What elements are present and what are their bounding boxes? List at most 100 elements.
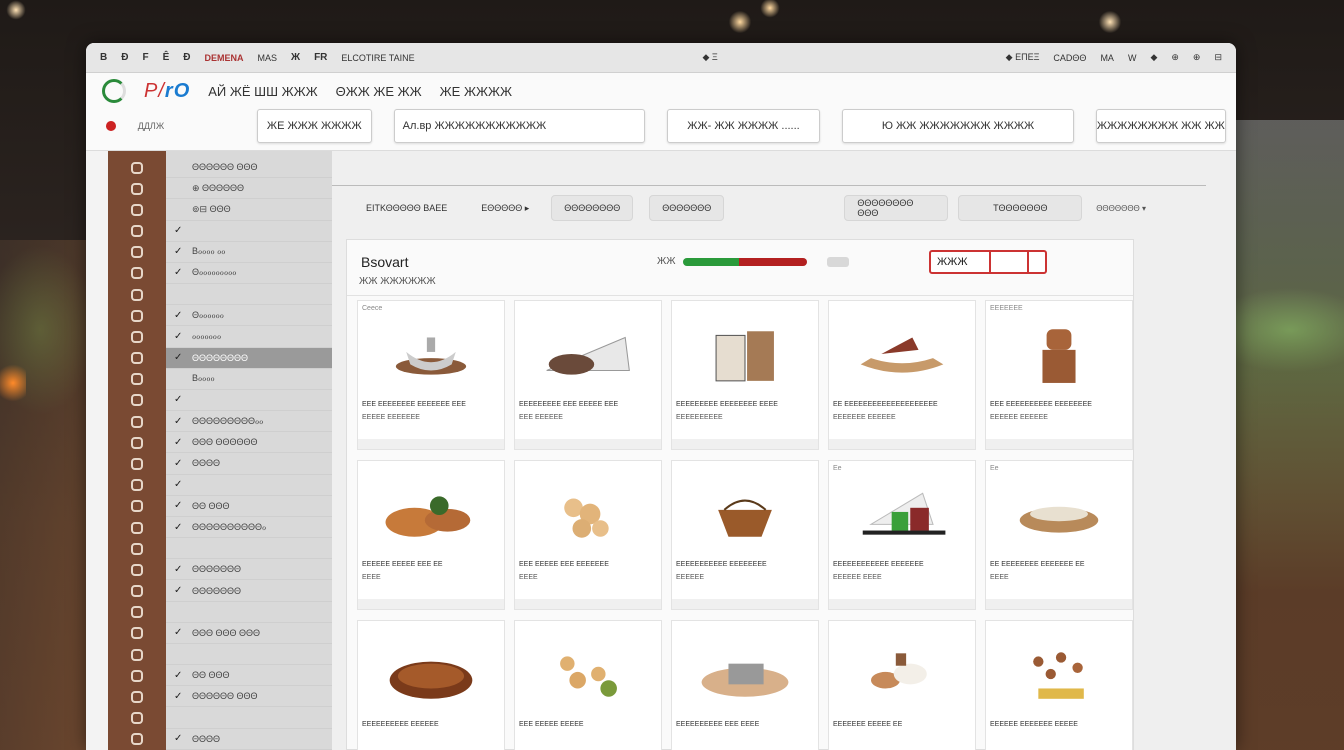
- rail-row[interactable]: [131, 390, 143, 411]
- rail-row[interactable]: [131, 686, 143, 707]
- app-logo-text[interactable]: P/rO: [144, 80, 190, 103]
- rail-row[interactable]: [131, 559, 143, 580]
- product-title[interactable]: ЕЕЕЕЕЕЕЕЕЕ ЕЕЕЕЕЕ: [362, 721, 500, 728]
- filter-button[interactable]: ΘΘΘΘΘΘΘΘ: [551, 195, 634, 221]
- sidebar-item[interactable]: ✓ ΘΘ ΘΘΘ: [166, 665, 332, 687]
- rail-row[interactable]: [131, 178, 143, 199]
- sidebar-item[interactable]: ⊚⊟ ΘΘΘ: [166, 199, 332, 221]
- rail-row[interactable]: [131, 369, 143, 390]
- titlebar-glyph[interactable]: Ê: [163, 52, 170, 63]
- titlebar-action[interactable]: MA: [1100, 53, 1114, 63]
- product-title[interactable]: ЕЕЕ ЕЕЕЕЕ ЕЕЕЕЕ: [519, 721, 657, 728]
- product-title[interactable]: ЕЕЕЕЕЕЕ ЕЕЕЕЕ ЕЕ: [833, 721, 971, 728]
- sidebar-item[interactable]: [166, 538, 332, 560]
- rail-row[interactable]: [131, 453, 143, 474]
- product-card[interactable]: Ее ЕЕ ЕЕЕЕЕЕЕЕ ЕЕЕЕЕЕЕ ЕЕ ЕЕЕЕ: [985, 460, 1133, 610]
- product-card[interactable]: ЕЕЕЕЕЕ ЕЕЕЕЕЕЕ ЕЕЕЕЕ: [985, 620, 1133, 750]
- toolbar-field[interactable]: ЖЖ- ЖЖ ЖЖЖЖ ......: [666, 109, 821, 143]
- rail-row[interactable]: [131, 284, 143, 305]
- product-card[interactable]: ЕЕЕЕЕЕЕ ЕЕЕЕЕ ЕЕ: [828, 620, 976, 750]
- rail-row[interactable]: [131, 580, 143, 601]
- product-title[interactable]: ЕЕЕЕЕЕЕЕЕ ЕЕЕЕЕЕЕЕ ЕЕЕЕ: [676, 401, 814, 408]
- titlebar-glyph[interactable]: Ð: [183, 52, 190, 63]
- rail-row[interactable]: [131, 263, 143, 284]
- product-title[interactable]: ЕЕЕ ЕЕЕЕЕ ЕЕЕ ЕЕЕЕЕЕЕ: [519, 561, 657, 568]
- sidebar-item[interactable]: ✓ ΘΘΘ ΘΘΘΘΘΘ: [166, 432, 332, 454]
- product-title[interactable]: ЕЕЕЕЕЕЕЕЕЕ ЕЕЕ ЕЕЕЕ: [676, 721, 814, 728]
- sidebar-item[interactable]: ✓ ℴℴℴℴℴℴℴ: [166, 326, 332, 348]
- search-input[interactable]: ЖЖЖ: [929, 250, 1047, 274]
- product-title[interactable]: ЕЕЕ ЕЕЕЕЕЕЕЕ ЕЕЕЕЕЕЕ ЕЕЕ: [362, 401, 500, 408]
- titlebar-action[interactable]: ◆: [1150, 52, 1157, 63]
- titlebar-action[interactable]: W: [1128, 53, 1137, 63]
- rail-row[interactable]: [131, 199, 143, 220]
- product-card[interactable]: ЕЕЕ ЕЕЕЕЕ ЕЕЕЕЕ: [514, 620, 662, 750]
- rail-row[interactable]: [131, 707, 143, 728]
- titlebar-action[interactable]: ⊕: [1171, 52, 1179, 63]
- titlebar-action[interactable]: CADΘΘ: [1053, 53, 1086, 63]
- titlebar-glyph[interactable]: Ð: [121, 52, 128, 63]
- product-card[interactable]: ЕЕ ЕЕЕЕЕЕЕЕЕЕЕЕЕЕЕЕЕЕЕЕ ЕЕЕЕЕЕЕ ЕЕЕЕЕЕ: [828, 300, 976, 450]
- toolbar-field[interactable]: Ал.вр ЖЖЖЖЖЖЖЖЖЖЖ: [393, 109, 645, 143]
- product-card[interactable]: Ее ЕЕЕЕЕЕЕЕЕЕЕЕ ЕЕЕЕЕЕЕ ЕЕЕЕЕЕ ЕЕЕЕ: [828, 460, 976, 610]
- product-title[interactable]: ЕЕЕЕЕЕЕЕЕ ЕЕЕ ЕЕЕЕЕ ЕЕЕ: [519, 401, 657, 408]
- rail-row[interactable]: [131, 644, 143, 665]
- toolbar-field[interactable]: ЖЕ ЖЖЖ ЖЖЖЖ: [256, 109, 372, 143]
- sidebar-item[interactable]: [166, 707, 332, 729]
- sidebar-item[interactable]: ΘΘΘΘΘΘ ΘΘΘ: [166, 157, 332, 179]
- toolbar-field[interactable]: Ю ЖЖ ЖЖЖЖЖЖЖ ЖЖЖЖ: [842, 109, 1074, 143]
- rail-row[interactable]: [131, 242, 143, 263]
- product-title[interactable]: ЕЕЕЕЕЕ ЕЕЕЕЕ ЕЕЕ ЕЕ: [362, 561, 500, 568]
- sidebar-item[interactable]: ✓ ΘΘΘΘΘΘ ΘΘΘ: [166, 686, 332, 708]
- sidebar-item[interactable]: ✓ ΘΘΘΘΘΘΘ: [166, 559, 332, 581]
- window-close-icon[interactable]: ⊟: [1214, 52, 1222, 63]
- rail-row[interactable]: [131, 496, 143, 517]
- product-card[interactable]: ЕЕЕЕЕЕЕ ЕЕЕ ЕЕЕЕЕЕЕЕЕЕ ЕЕЕЕЕЕЕЕ ЕЕЕЕЕЕ ЕЕЕ…: [985, 300, 1133, 450]
- product-card[interactable]: ЕЕЕЕЕЕЕЕЕ ЕЕЕЕЕЕЕЕ ЕЕЕЕ ЕЕЕЕЕЕЕЕЕЕ: [671, 300, 819, 450]
- app-logo-icon[interactable]: [102, 79, 126, 103]
- product-title[interactable]: ЕЕЕ ЕЕЕЕЕЕЕЕЕЕ ЕЕЕЕЕЕЕЕ: [990, 401, 1128, 408]
- sidebar-item[interactable]: ✓ ΘΘΘΘΘΘΘΘ: [166, 347, 332, 369]
- rail-row[interactable]: [131, 517, 143, 538]
- sidebar-item[interactable]: ✓ ΘΘΘΘΘΘΘ: [166, 580, 332, 602]
- product-card[interactable]: ЕЕЕЕЕЕЕЕЕ ЕЕЕ ЕЕЕЕЕ ЕЕЕ ЕЕЕ ЕЕЕЕЕЕ: [514, 300, 662, 450]
- product-title[interactable]: ЕЕ ЕЕЕЕЕЕЕЕ ЕЕЕЕЕЕЕ ЕЕ: [990, 561, 1128, 568]
- menu-item[interactable]: ЖЕ ЖЖЖЖ: [440, 84, 512, 99]
- sidebar-item[interactable]: [166, 644, 332, 666]
- sidebar-item[interactable]: ✓ ΘΘΘΘΘΘΘΘΘℴℴ: [166, 411, 332, 433]
- sidebar-item[interactable]: ✓ ΘΘΘΘ: [166, 453, 332, 475]
- product-card[interactable]: ЕЕЕЕЕЕ ЕЕЕЕЕ ЕЕЕ ЕЕ ЕЕЕЕ: [357, 460, 505, 610]
- toolbar-field[interactable]: ЖЖЖЖЖЖЖЖ ЖЖ ЖЖ: [1095, 109, 1226, 143]
- sidebar-item[interactable]: ✓: [166, 221, 332, 242]
- sidebar-item[interactable]: ✓ Θℴℴℴℴℴℴ: [166, 305, 332, 327]
- rail-row[interactable]: [131, 602, 143, 623]
- product-card[interactable]: ЕЕЕЕЕЕЕЕЕЕ ЕЕЕ ЕЕЕЕ: [671, 620, 819, 750]
- sidebar-item[interactable]: ✓ Θℴℴℴℴℴℴℴℴℴ: [166, 263, 332, 285]
- titlebar-glyph[interactable]: B: [100, 52, 107, 63]
- titlebar-action[interactable]: ⊕: [1193, 52, 1201, 63]
- titlebar-menu[interactable]: ELCOTIRE TAINE: [341, 53, 414, 63]
- rail-row[interactable]: [131, 475, 143, 496]
- product-card[interactable]: ЕЕЕЕЕЕЕЕЕЕЕ ЕЕЕЕЕЕЕЕ ЕЕЕЕЕЕ: [671, 460, 819, 610]
- rail-row[interactable]: [131, 432, 143, 453]
- rail-row[interactable]: [131, 221, 143, 242]
- search-segment[interactable]: [989, 252, 1029, 272]
- product-card[interactable]: ЕЕЕ ЕЕЕЕЕ ЕЕЕ ЕЕЕЕЕЕЕ ЕЕЕЕ: [514, 460, 662, 610]
- rail-row[interactable]: [131, 665, 143, 686]
- product-title[interactable]: ЕЕ ЕЕЕЕЕЕЕЕЕЕЕЕЕЕЕЕЕЕЕЕ: [833, 401, 971, 408]
- sidebar-item[interactable]: ✓: [166, 390, 332, 412]
- sort-dropdown[interactable]: ΘΘΘΘΘΘΘ ▾: [1096, 204, 1146, 213]
- filter-button[interactable]: ΤΘΘΘΘΘΘΘ: [958, 195, 1083, 221]
- product-card[interactable]: ЕЕЕЕЕЕЕЕЕЕ ЕЕЕЕЕЕ: [357, 620, 505, 750]
- rail-row[interactable]: [131, 326, 143, 347]
- menu-item[interactable]: АЙ ЖЁ ШШ ЖЖЖ: [208, 84, 317, 99]
- rail-row[interactable]: [131, 157, 143, 178]
- filter-button[interactable]: ΘΘΘΘΘΘΘ: [649, 195, 725, 221]
- sidebar-item[interactable]: [166, 602, 332, 623]
- filter-button[interactable]: ΕΘΘΘΘΘ ▸: [469, 195, 541, 221]
- sidebar-item[interactable]: ⊕ ΘΘΘΘΘΘ: [166, 178, 332, 200]
- titlebar-action[interactable]: ◆ ΕΠΕΞ: [1006, 52, 1040, 63]
- sidebar-item[interactable]: ✓ Bℴℴℴℴ ℴℴ: [166, 242, 332, 263]
- sidebar-item[interactable]: ✓ ΘΘΘΘΘΘΘΘΘΘℴ: [166, 517, 332, 539]
- sidebar-item[interactable]: ✓: [166, 475, 332, 496]
